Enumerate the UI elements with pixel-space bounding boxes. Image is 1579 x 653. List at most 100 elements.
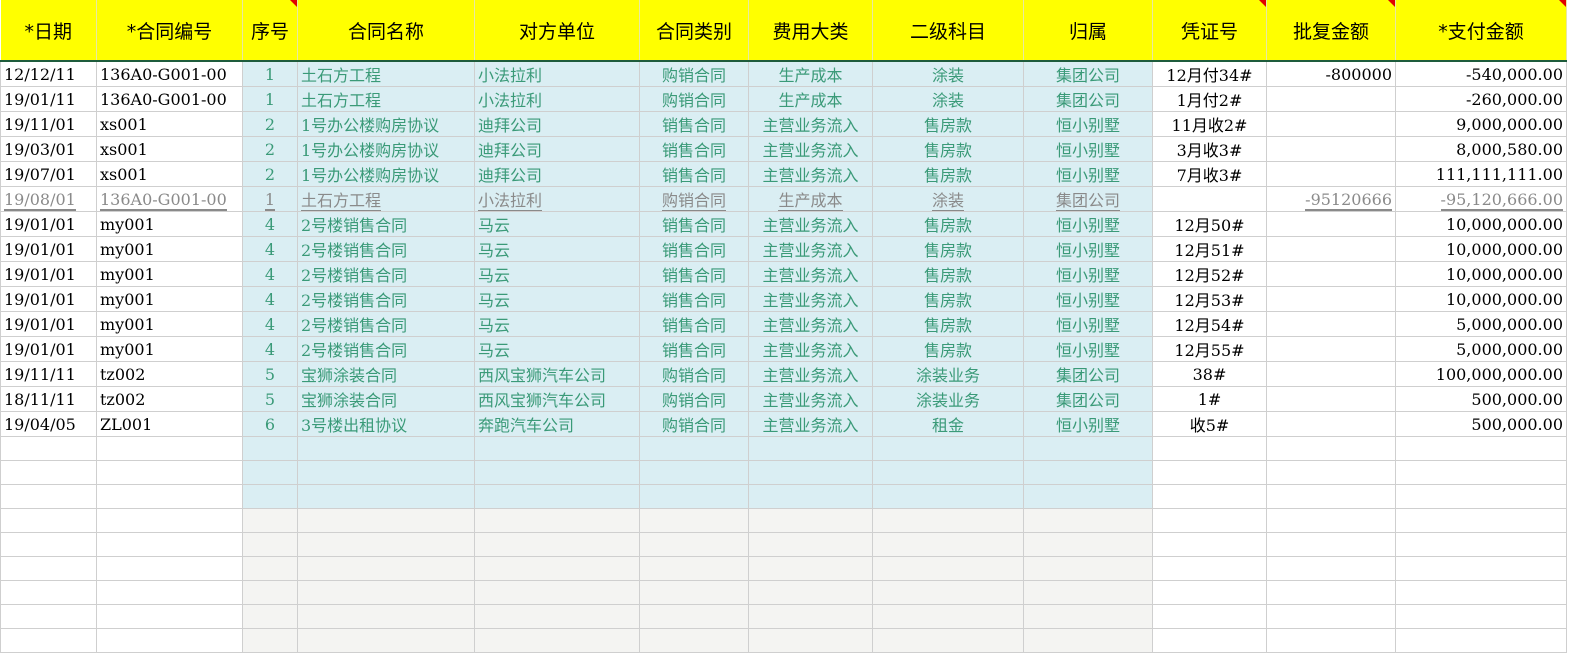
- cell[interactable]: 19/01/01: [0, 336, 97, 362]
- cell[interactable]: 10,000,000.00: [1395, 286, 1567, 312]
- cell[interactable]: [748, 628, 873, 653]
- cell[interactable]: 土石方工程: [297, 186, 475, 212]
- cell[interactable]: [1266, 628, 1396, 653]
- cell[interactable]: 主营业务流入: [748, 336, 873, 362]
- cell[interactable]: 恒小别墅: [1023, 286, 1153, 312]
- cell[interactable]: [1152, 532, 1267, 557]
- cell[interactable]: 西风宝狮汽车公司: [474, 386, 640, 412]
- cell[interactable]: 购销合同: [639, 86, 749, 112]
- cell[interactable]: 5: [242, 361, 298, 387]
- cell[interactable]: my001: [96, 211, 243, 237]
- cell[interactable]: 3号楼出租协议: [297, 411, 475, 437]
- cell[interactable]: 马云: [474, 311, 640, 337]
- cell[interactable]: [1266, 236, 1396, 262]
- cell[interactable]: [1023, 580, 1153, 605]
- cell[interactable]: [297, 556, 475, 581]
- cell[interactable]: [96, 460, 243, 485]
- cell[interactable]: [1023, 460, 1153, 485]
- cell[interactable]: [0, 628, 97, 653]
- cell[interactable]: [474, 532, 640, 557]
- cell[interactable]: 宝狮涂装合同: [297, 386, 475, 412]
- cell[interactable]: [1395, 532, 1567, 557]
- cell[interactable]: [872, 604, 1024, 629]
- cell[interactable]: 迪拜公司: [474, 111, 640, 137]
- cell[interactable]: [748, 580, 873, 605]
- cell[interactable]: 12月54#: [1152, 311, 1267, 337]
- cell[interactable]: [96, 532, 243, 557]
- cell[interactable]: [639, 508, 749, 533]
- cell[interactable]: [96, 484, 243, 509]
- cell[interactable]: 集团公司: [1023, 386, 1153, 412]
- cell[interactable]: 5,000,000.00: [1395, 336, 1567, 362]
- cell[interactable]: 集团公司: [1023, 186, 1153, 212]
- cell[interactable]: 恒小别墅: [1023, 411, 1153, 437]
- cell[interactable]: 19/11/01: [0, 111, 97, 137]
- cell[interactable]: 2号楼销售合同: [297, 311, 475, 337]
- column-header[interactable]: 凭证号: [1152, 0, 1267, 62]
- cell[interactable]: 马云: [474, 236, 640, 262]
- cell[interactable]: [1266, 261, 1396, 287]
- cell[interactable]: 奔跑汽车公司: [474, 411, 640, 437]
- cell[interactable]: [1266, 411, 1396, 437]
- cell[interactable]: 涂装: [872, 186, 1024, 212]
- cell[interactable]: 136A0-G001-00: [96, 60, 243, 87]
- cell[interactable]: [96, 580, 243, 605]
- cell[interactable]: -260,000.00: [1395, 86, 1567, 112]
- cell[interactable]: 1号办公楼购房协议: [297, 111, 475, 137]
- cell[interactable]: [1152, 604, 1267, 629]
- cell[interactable]: 2号楼销售合同: [297, 286, 475, 312]
- cell[interactable]: 12月55#: [1152, 336, 1267, 362]
- cell[interactable]: 集团公司: [1023, 86, 1153, 112]
- cell[interactable]: -95120666: [1266, 186, 1396, 212]
- cell[interactable]: [242, 628, 298, 653]
- cell[interactable]: 销售合同: [639, 136, 749, 162]
- cell[interactable]: [1395, 484, 1567, 509]
- cell[interactable]: 19/08/01: [0, 186, 97, 212]
- cell[interactable]: 销售合同: [639, 111, 749, 137]
- cell[interactable]: [297, 580, 475, 605]
- cell[interactable]: 10,000,000.00: [1395, 211, 1567, 237]
- cell[interactable]: 主营业务流入: [748, 361, 873, 387]
- cell[interactable]: 恒小别墅: [1023, 136, 1153, 162]
- cell[interactable]: 3月收3#: [1152, 136, 1267, 162]
- cell[interactable]: [1266, 556, 1396, 581]
- cell[interactable]: [0, 604, 97, 629]
- cell[interactable]: [1152, 508, 1267, 533]
- cell[interactable]: 售房款: [872, 211, 1024, 237]
- cell[interactable]: [639, 628, 749, 653]
- cell[interactable]: 生产成本: [748, 86, 873, 112]
- cell[interactable]: 购销合同: [639, 361, 749, 387]
- cell[interactable]: 111,111,111.00: [1395, 161, 1567, 187]
- cell[interactable]: [0, 532, 97, 557]
- cell[interactable]: 恒小别墅: [1023, 236, 1153, 262]
- cell[interactable]: 19/01/01: [0, 286, 97, 312]
- cell[interactable]: 19/11/11: [0, 361, 97, 387]
- cell[interactable]: [0, 556, 97, 581]
- cell[interactable]: 1: [242, 60, 298, 87]
- cell[interactable]: 136A0-G001-00: [96, 186, 243, 212]
- cell[interactable]: [1266, 508, 1396, 533]
- cell[interactable]: [474, 508, 640, 533]
- cell[interactable]: [639, 604, 749, 629]
- cell[interactable]: [639, 460, 749, 485]
- cell[interactable]: 19/01/01: [0, 311, 97, 337]
- column-header[interactable]: *支付金额: [1395, 0, 1567, 62]
- cell[interactable]: 12月50#: [1152, 211, 1267, 237]
- cell[interactable]: 2号楼销售合同: [297, 261, 475, 287]
- cell[interactable]: [297, 436, 475, 461]
- cell[interactable]: [1266, 386, 1396, 412]
- cell[interactable]: 恒小别墅: [1023, 311, 1153, 337]
- cell[interactable]: 10,000,000.00: [1395, 236, 1567, 262]
- cell[interactable]: [0, 436, 97, 461]
- cell[interactable]: [872, 436, 1024, 461]
- cell[interactable]: 4: [242, 236, 298, 262]
- cell[interactable]: 土石方工程: [297, 86, 475, 112]
- cell[interactable]: 售房款: [872, 136, 1024, 162]
- column-header[interactable]: 二级科目: [872, 0, 1024, 62]
- cell[interactable]: [748, 460, 873, 485]
- cell[interactable]: [748, 604, 873, 629]
- cell[interactable]: [297, 628, 475, 653]
- cell[interactable]: [0, 484, 97, 509]
- cell[interactable]: 主营业务流入: [748, 236, 873, 262]
- cell[interactable]: 生产成本: [748, 186, 873, 212]
